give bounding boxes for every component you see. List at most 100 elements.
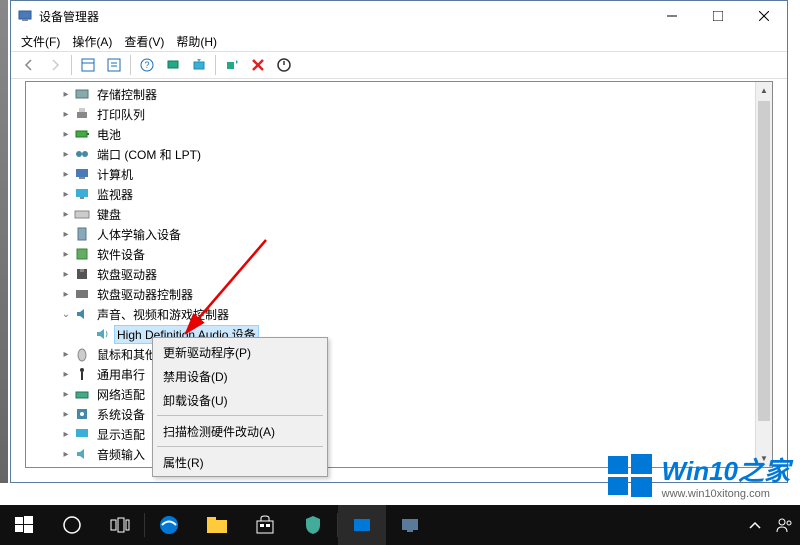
scan-button[interactable] xyxy=(161,54,185,76)
tree-toggle[interactable]: ▸ xyxy=(58,106,74,122)
tree-toggle[interactable]: ▸ xyxy=(58,146,74,162)
tree-item[interactable]: ▸显示适配 xyxy=(26,424,772,444)
tree-item[interactable]: ⌄ 声音、视频和游戏控制器 xyxy=(26,304,772,324)
window-title: 设备管理器 xyxy=(39,8,649,25)
tree-item[interactable]: ▸人体学输入设备 xyxy=(26,224,772,244)
help-button[interactable]: ? xyxy=(135,54,159,76)
vertical-scrollbar[interactable]: ▲ ▼ xyxy=(755,82,772,467)
people-icon[interactable] xyxy=(770,505,800,545)
tree-item-label: 计算机 xyxy=(94,165,136,184)
tree-item-label: 声音、视频和游戏控制器 xyxy=(94,305,232,324)
tray-up-icon[interactable] xyxy=(740,505,770,545)
titlebar[interactable]: 设备管理器 xyxy=(11,1,787,31)
tree-toggle[interactable]: ▸ xyxy=(58,346,74,362)
properties-button[interactable] xyxy=(102,54,126,76)
taskbar-app-1[interactable] xyxy=(338,505,386,545)
forward-button[interactable] xyxy=(43,54,67,76)
tree-toggle[interactable]: ▸ xyxy=(58,426,74,442)
menu-file[interactable]: 文件(F) xyxy=(21,33,60,50)
tree-toggle xyxy=(78,326,94,342)
start-button[interactable] xyxy=(0,505,48,545)
tree-item[interactable]: ▸ 计算机 xyxy=(26,164,772,184)
tree-item-label: 键盘 xyxy=(94,205,124,224)
taskview-button[interactable] xyxy=(96,505,144,545)
tree-item[interactable]: ▸ 打印队列 xyxy=(26,104,772,124)
tree-item[interactable]: ▸软盘驱动器控制器 xyxy=(26,284,772,304)
back-button[interactable] xyxy=(17,54,41,76)
tree-item[interactable]: ▸ 电池 xyxy=(26,124,772,144)
menu-view[interactable]: 查看(V) xyxy=(124,33,164,50)
menu-action[interactable]: 操作(A) xyxy=(72,33,112,50)
tree-item-label: 打印队列 xyxy=(94,105,148,124)
menubar: 文件(F) 操作(A) 查看(V) 帮助(H) xyxy=(11,31,787,51)
context-separator xyxy=(157,415,323,416)
tree-item-label: 存储控制器 xyxy=(94,85,160,104)
close-button[interactable] xyxy=(741,1,787,31)
security-icon[interactable] xyxy=(289,505,337,545)
tree-toggle[interactable]: ▸ xyxy=(58,246,74,262)
tree-item-label: 通用串行 xyxy=(94,365,148,384)
menu-help[interactable]: 帮助(H) xyxy=(176,33,217,50)
tree-item[interactable]: ▸ 键盘 xyxy=(26,204,772,224)
tree-toggle[interactable]: ▸ xyxy=(58,206,74,222)
tree-toggle[interactable]: ▸ xyxy=(58,86,74,102)
tree-toggle[interactable]: ▸ xyxy=(58,446,74,462)
watermark-url: www.win10xitong.com xyxy=(662,488,790,500)
explorer-icon[interactable] xyxy=(193,505,241,545)
device-tree[interactable]: ▸存储控制器▸打印队列▸电池▸端口 (COM 和 LPT)▸计算机▸监视器▸键盘… xyxy=(26,82,772,466)
printer-icon xyxy=(74,106,90,122)
edge-icon[interactable] xyxy=(145,505,193,545)
tree-item[interactable]: ▸ 网络适配 xyxy=(26,384,772,404)
scroll-up-button[interactable]: ▲ xyxy=(756,82,772,99)
tree-toggle[interactable]: ▸ xyxy=(58,226,74,242)
tree-toggle[interactable]: ▸ xyxy=(58,286,74,302)
enable-button[interactable] xyxy=(220,54,244,76)
tree-item[interactable]: ▸ 通用串行 xyxy=(26,364,772,384)
windows-logo-icon xyxy=(606,452,654,500)
tree-toggle[interactable]: ▸ xyxy=(58,126,74,142)
context-update-driver[interactable]: 更新驱动程序(P) xyxy=(155,340,325,364)
tree-toggle[interactable]: ▸ xyxy=(58,386,74,402)
view-button[interactable] xyxy=(76,54,100,76)
tree-item[interactable]: ▸软件设备 xyxy=(26,244,772,264)
disable-button[interactable] xyxy=(272,54,296,76)
tree-toggle[interactable]: ▸ xyxy=(58,366,74,382)
tree-item[interactable]: ▸鼠标和其他 xyxy=(26,344,772,364)
context-properties[interactable]: 属性(R) xyxy=(155,450,325,474)
tree-item[interactable]: ▸ 存储控制器 xyxy=(26,84,772,104)
tree-item[interactable]: High Definition Audio 设备 xyxy=(26,324,772,344)
context-uninstall[interactable]: 卸载设备(U) xyxy=(155,388,325,412)
tree-toggle[interactable]: ▸ xyxy=(58,406,74,422)
tree-item-label: 电池 xyxy=(94,125,124,144)
maximize-button[interactable] xyxy=(695,1,741,31)
store-icon[interactable] xyxy=(241,505,289,545)
audio-icon xyxy=(74,446,90,462)
svg-text:?: ? xyxy=(144,60,149,70)
context-disable[interactable]: 禁用设备(D) xyxy=(155,364,325,388)
tree-item[interactable]: ▸端口 (COM 和 LPT) xyxy=(26,144,772,164)
uninstall-button[interactable] xyxy=(246,54,270,76)
tree-toggle[interactable]: ⌄ xyxy=(58,306,74,322)
tree-item-label: 网络适配 xyxy=(94,385,148,404)
battery-icon xyxy=(74,126,90,142)
context-menu: 更新驱动程序(P) 禁用设备(D) 卸载设备(U) 扫描检测硬件改动(A) 属性… xyxy=(152,337,328,477)
usb-icon xyxy=(74,366,90,382)
taskbar-app-2[interactable] xyxy=(386,505,434,545)
scrollbar-thumb[interactable] xyxy=(758,101,770,421)
tree-toggle[interactable]: ▸ xyxy=(58,266,74,282)
tree-item-label: 音频输入 xyxy=(94,445,148,464)
tree-item[interactable]: ▸软盘驱动器 xyxy=(26,264,772,284)
taskbar[interactable] xyxy=(0,505,800,545)
desktop-edge xyxy=(0,0,8,483)
update-button[interactable] xyxy=(187,54,211,76)
context-scan[interactable]: 扫描检测硬件改动(A) xyxy=(155,419,325,443)
tree-toggle[interactable]: ▸ xyxy=(58,186,74,202)
display-icon xyxy=(74,426,90,442)
tree-item[interactable]: ▸ 监视器 xyxy=(26,184,772,204)
tree-toggle[interactable]: ▸ xyxy=(58,166,74,182)
tree-item[interactable]: ▸系统设备 xyxy=(26,404,772,424)
minimize-button[interactable] xyxy=(649,1,695,31)
cortana-button[interactable] xyxy=(48,505,96,545)
tree-item-label: 监视器 xyxy=(94,185,136,204)
context-separator xyxy=(157,446,323,447)
